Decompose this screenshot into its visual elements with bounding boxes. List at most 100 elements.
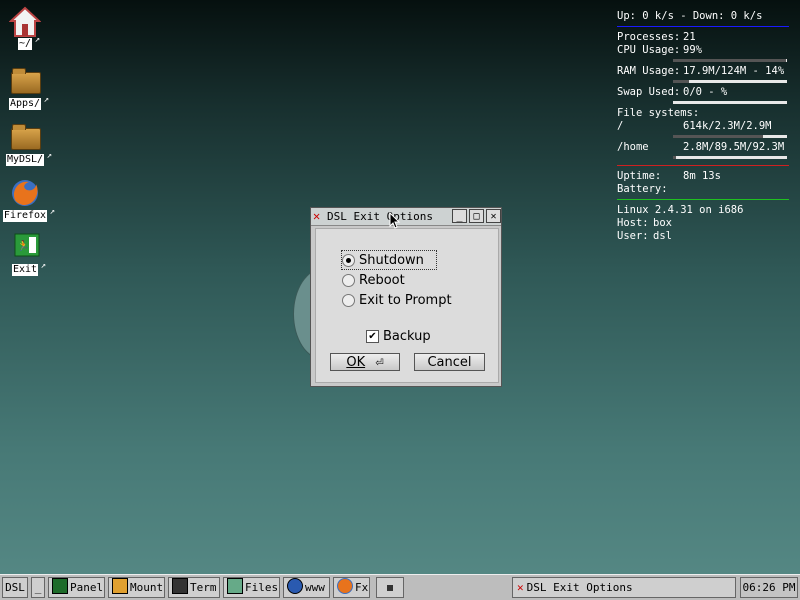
radio-icon xyxy=(342,273,355,287)
cpu-label: CPU Usage: xyxy=(617,44,681,56)
launcher-label: Files xyxy=(245,581,279,594)
clock[interactable]: 06:26 PM xyxy=(740,577,798,598)
dsl-logo-icon: ✕ xyxy=(517,581,524,594)
desktop-icon-mydsl[interactable]: MyDSL/ xyxy=(2,122,52,166)
checkmark-icon: ✔ xyxy=(366,330,379,343)
task-label: DSL Exit Options xyxy=(526,581,633,594)
ram-value: 17.9M/124M - 14% xyxy=(683,65,785,77)
radio-reboot[interactable]: Reboot xyxy=(342,271,405,289)
desktop-icon-label: ~/ xyxy=(17,34,40,50)
processes-label: Processes: xyxy=(617,31,681,43)
swap-label: Swap Used: xyxy=(617,86,681,98)
fs-home-label: /home xyxy=(617,141,649,153)
desktop-icon-home[interactable]: ~/ xyxy=(2,6,48,50)
firefox-icon xyxy=(9,178,41,208)
fs-root-value: 614k/2.3M/2.9M xyxy=(683,120,772,132)
launcher-label: Fx xyxy=(355,581,369,594)
pager-button[interactable] xyxy=(376,577,404,598)
divider xyxy=(617,199,789,200)
workspace-icon xyxy=(387,585,393,591)
user-value: dsl xyxy=(653,230,672,242)
desktop-icon-label: MyDSL/ xyxy=(5,150,52,166)
launcher-term[interactable]: Term xyxy=(168,577,220,598)
minimize-button[interactable]: _ xyxy=(452,209,467,223)
cancel-label: Cancel xyxy=(427,355,472,370)
fs-home-bar xyxy=(673,156,787,159)
radio-label: Reboot xyxy=(359,272,405,288)
radio-label: Shutdown xyxy=(359,252,424,268)
desktop-icon-label: Exit xyxy=(11,260,46,276)
desktop-icon-label: Firefox xyxy=(2,206,55,222)
folder-icon xyxy=(9,66,41,96)
enter-key-icon: ⏎ xyxy=(375,358,384,369)
files-icon xyxy=(227,578,243,594)
swap-value: 0/0 - % xyxy=(683,86,728,98)
globe-icon xyxy=(287,578,303,594)
exit-icon: 🏃 xyxy=(9,232,41,262)
svg-text:🏃: 🏃 xyxy=(17,239,29,252)
divider xyxy=(617,165,789,166)
desktop-icon-label: Apps/ xyxy=(8,94,49,110)
minimize-all-button[interactable]: _ xyxy=(31,577,45,598)
mount-icon xyxy=(112,578,128,594)
processes-value: 21 xyxy=(683,31,696,43)
system-monitor: Up: 0 k/s - Down: 0 k/s Processes: 21 CPU… xyxy=(617,10,789,243)
terminal-icon xyxy=(172,578,188,594)
host-label: Host: xyxy=(617,217,649,229)
filesystems-label: File systems: xyxy=(617,107,700,119)
fs-home-value: 2.8M/89.5M/92.3M xyxy=(683,141,785,153)
launcher-files[interactable]: Files xyxy=(223,577,280,598)
maximize-button[interactable]: □ xyxy=(469,209,484,223)
launcher-fx[interactable]: Fx xyxy=(333,577,370,598)
launcher-panel[interactable]: Panel xyxy=(48,577,105,598)
launcher-label: Term xyxy=(190,581,217,594)
ram-bar xyxy=(673,80,787,83)
checkbox-label: Backup xyxy=(383,329,431,344)
dialog-body: Shutdown Reboot Exit to Prompt ✔ Backup … xyxy=(315,228,499,383)
task-dsl-exit-options[interactable]: ✕ DSL Exit Options xyxy=(512,577,736,598)
launcher-label: Mount xyxy=(130,581,164,594)
kernel-info: Linux 2.4.31 on i686 xyxy=(617,204,744,216)
host-value: box xyxy=(653,217,672,229)
folder-icon xyxy=(9,122,41,152)
radio-label: Exit to Prompt xyxy=(359,292,452,308)
user-label: User: xyxy=(617,230,649,242)
ram-label: RAM Usage: xyxy=(617,65,681,77)
fs-root-bar xyxy=(673,135,787,138)
desktop-icon-firefox[interactable]: Firefox xyxy=(2,178,55,222)
exit-options-dialog: ✕ DSL Exit Options _ □ ✕ Shutdown Reboot… xyxy=(310,207,502,387)
radio-icon xyxy=(342,293,355,307)
divider xyxy=(617,26,789,27)
fs-root-label: / xyxy=(617,120,624,132)
uptime-value: 8m 13s xyxy=(683,170,721,182)
cpu-value: 99% xyxy=(683,44,702,56)
dsl-logo-icon: ✕ xyxy=(313,209,321,223)
dialog-titlebar[interactable]: ✕ DSL Exit Options _ □ ✕ xyxy=(311,208,501,226)
swap-bar xyxy=(673,101,787,104)
network-speed: Up: 0 k/s - Down: 0 k/s xyxy=(617,10,763,22)
radio-selected-icon xyxy=(342,253,355,267)
uptime-label: Uptime: xyxy=(617,170,662,182)
battery-label: Battery: xyxy=(617,183,668,195)
taskbar: DSL _ Panel Mount Term Files www Fx ✕ DSL… xyxy=(0,574,800,600)
dialog-title: DSL Exit Options xyxy=(327,210,433,223)
radio-exit-to-prompt[interactable]: Exit to Prompt xyxy=(342,291,452,309)
ok-button[interactable]: OK ⏎ xyxy=(330,353,400,371)
desktop-icon-exit[interactable]: 🏃 Exit xyxy=(2,232,48,276)
launcher-label: www xyxy=(305,581,325,594)
mouse-cursor-icon xyxy=(389,212,401,229)
start-button[interactable]: DSL xyxy=(2,577,28,598)
launcher-label: Panel xyxy=(70,581,104,594)
radio-shutdown[interactable]: Shutdown xyxy=(341,250,437,270)
cpu-bar xyxy=(673,59,787,62)
panel-icon xyxy=(52,578,68,594)
ok-label: OK xyxy=(346,355,366,370)
close-button[interactable]: ✕ xyxy=(486,209,501,223)
backup-checkbox[interactable]: ✔ Backup xyxy=(366,329,431,344)
launcher-mount[interactable]: Mount xyxy=(108,577,165,598)
launcher-www[interactable]: www xyxy=(283,577,330,598)
cancel-button[interactable]: Cancel xyxy=(414,353,485,371)
firefox-icon xyxy=(337,578,353,594)
home-icon xyxy=(8,6,42,37)
desktop-icon-apps[interactable]: Apps/ xyxy=(2,66,49,110)
